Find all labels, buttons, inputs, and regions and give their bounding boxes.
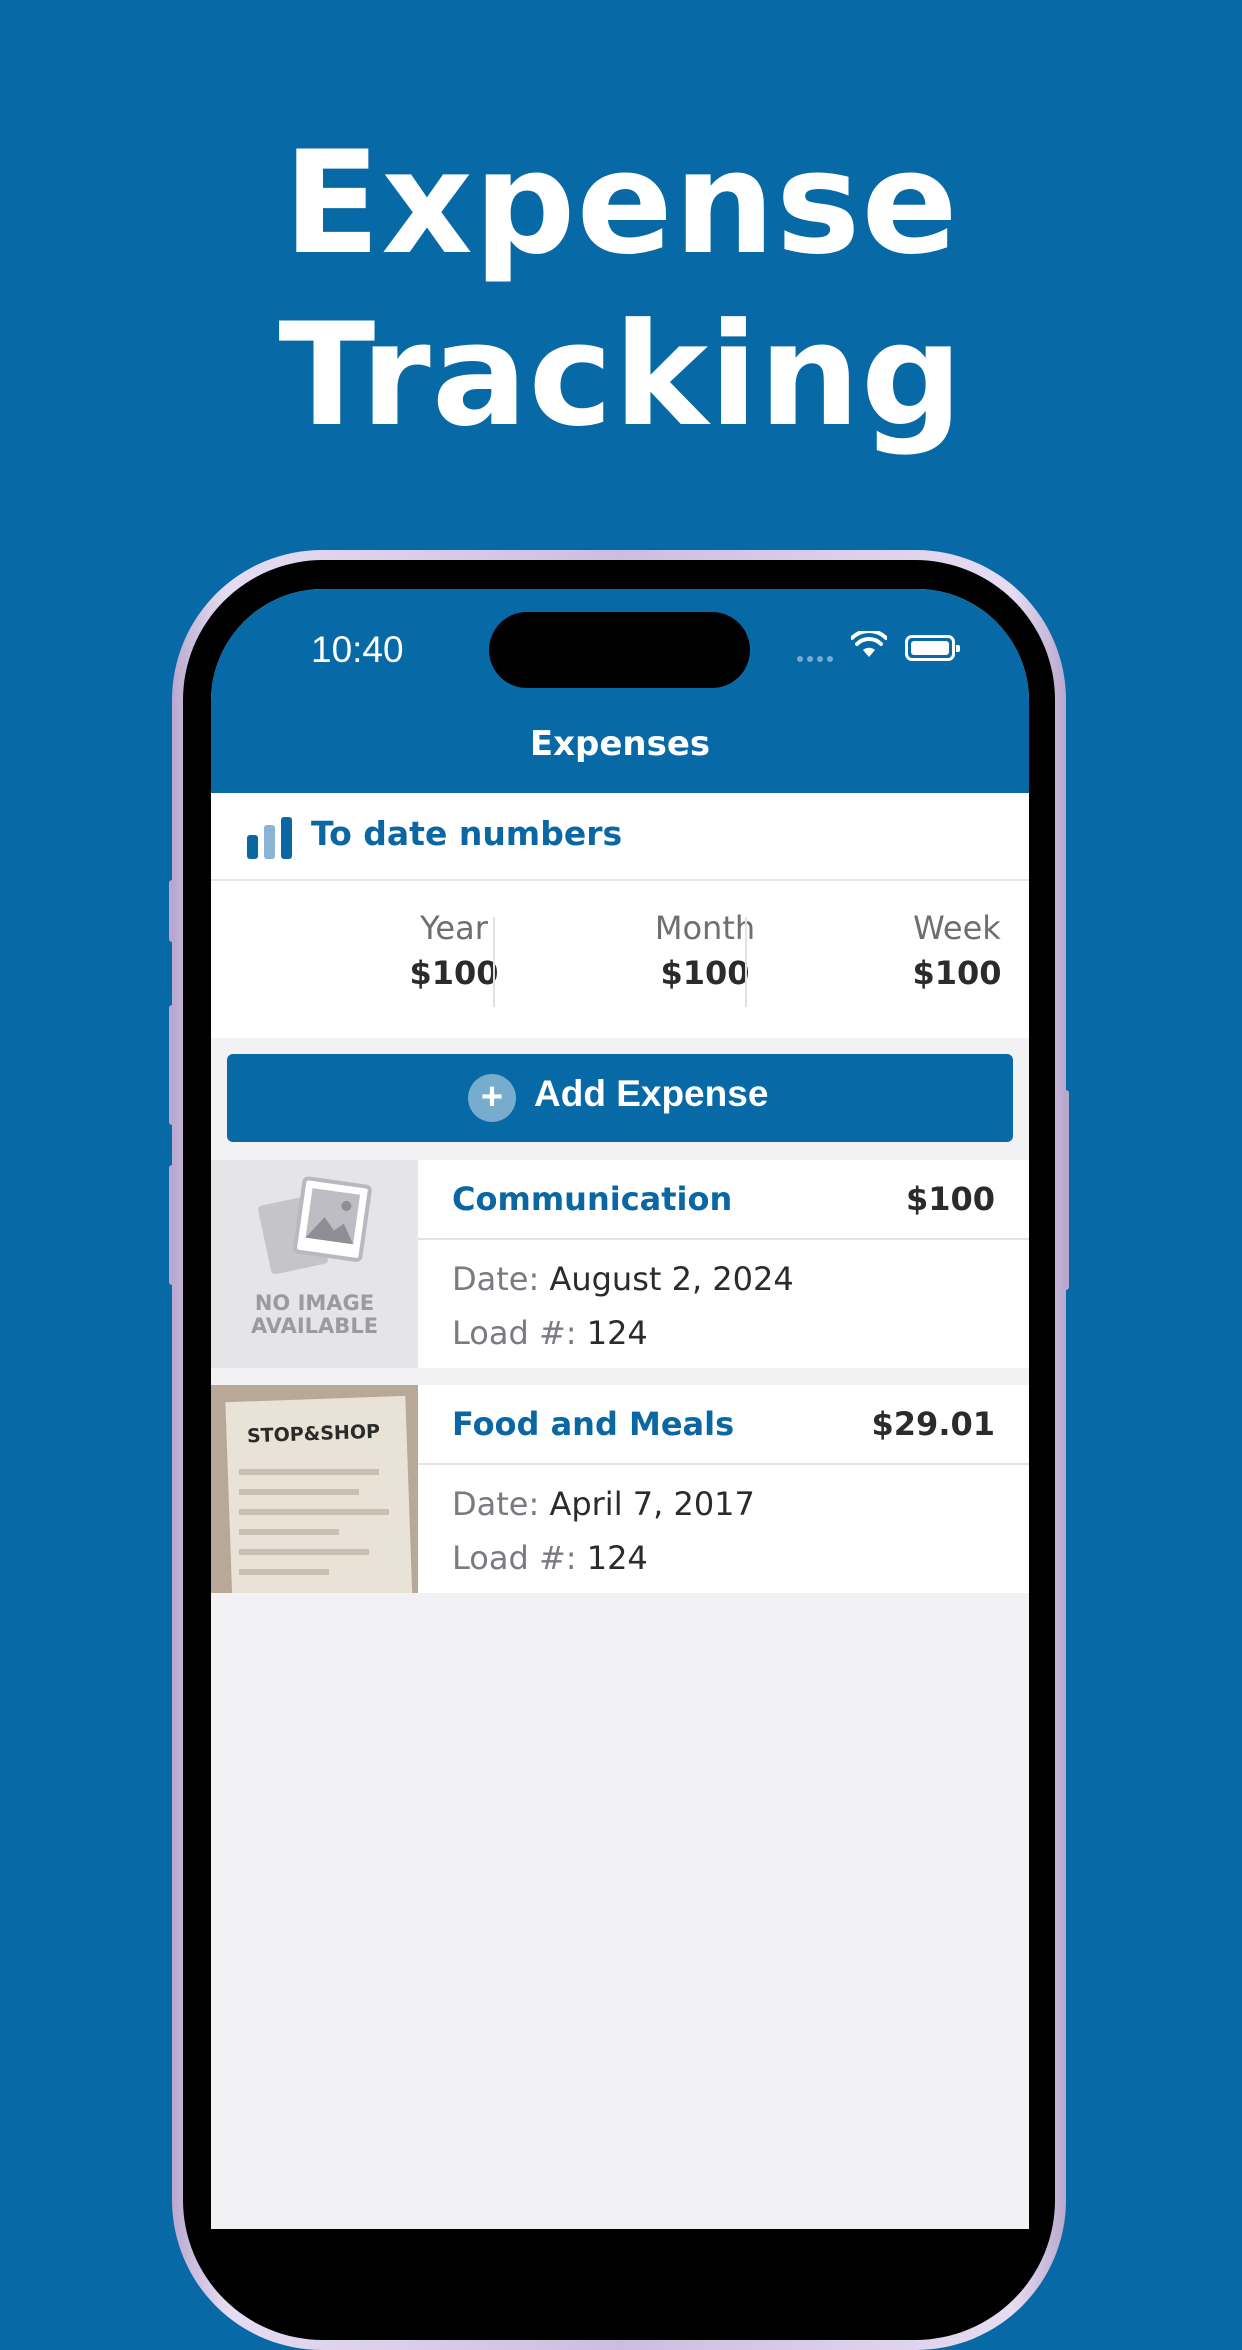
- expense-list-item[interactable]: NO IMAGE AVAILABLE Communication $100 Da…: [211, 1160, 1029, 1368]
- wifi-icon: [851, 631, 887, 657]
- receipt-store-name: STOP&SHOP: [246, 1420, 381, 1448]
- expense-list-item[interactable]: STOP&SHOP Food and Meals $29.01 Date: Ap…: [211, 1385, 1029, 1593]
- expense-category: Communication: [452, 1180, 733, 1218]
- power-button: [1063, 1090, 1069, 1290]
- add-expense-button[interactable]: + Add Expense: [227, 1054, 1013, 1142]
- receipt-thumbnail: STOP&SHOP: [211, 1385, 418, 1593]
- no-image-placeholder-icon: [258, 1176, 372, 1275]
- volume-down-button: [169, 1165, 175, 1285]
- plus-icon: +: [468, 1074, 516, 1122]
- stat-label: Week: [913, 909, 1001, 947]
- bar-chart-icon: [247, 817, 292, 859]
- expense-thumbnail: NO IMAGE AVAILABLE: [211, 1160, 418, 1368]
- expense-amount: $29.01: [871, 1405, 995, 1443]
- expense-divider: [418, 1238, 1029, 1240]
- stat-month: Month $100: [580, 907, 830, 997]
- page-title: Expenses: [529, 724, 711, 764]
- expense-amount: $100: [905, 1180, 995, 1218]
- marketing-headline: Expense Tracking: [0, 118, 1242, 462]
- stats-title: To date numbers: [311, 814, 623, 853]
- stat-year: Year $100: [329, 907, 579, 997]
- stat-label: Month: [654, 909, 756, 947]
- battery-icon: [905, 635, 960, 661]
- add-expense-label: Add Expense: [534, 1073, 769, 1114]
- stat-value: $100: [409, 954, 499, 992]
- no-image-text: NO IMAGE AVAILABLE: [250, 1291, 379, 1338]
- action-button: [169, 880, 175, 942]
- status-time: 10:40: [311, 629, 404, 670]
- expense-date: Date: April 7, 2017: [452, 1485, 755, 1523]
- app-screen: 10:40 Expenses To date numbers Year $100: [211, 589, 1029, 2229]
- cellular-signal-icon: [797, 647, 837, 666]
- expense-date: Date: August 2, 2024: [452, 1260, 794, 1298]
- to-date-stats-card: To date numbers Year $100 Month $100 Wee…: [211, 793, 1029, 1038]
- volume-up-button: [169, 1005, 175, 1125]
- stat-label: Year: [420, 909, 488, 947]
- dynamic-island: [489, 612, 750, 688]
- expense-load: Load #: 124: [452, 1314, 648, 1352]
- headline-line-1: Expense: [283, 121, 959, 286]
- stat-value: $100: [660, 954, 750, 992]
- stat-week: Week $100: [832, 907, 1029, 997]
- expense-category: Food and Meals: [452, 1405, 735, 1443]
- stat-divider: [493, 917, 495, 1007]
- expense-load: Load #: 124: [452, 1539, 648, 1577]
- expense-divider: [418, 1463, 1029, 1465]
- navigation-header: 10:40 Expenses: [211, 589, 1029, 793]
- stat-divider: [745, 917, 747, 1007]
- stats-header: To date numbers: [211, 793, 1029, 881]
- stat-value: $100: [912, 954, 1002, 992]
- headline-line-2: Tracking: [278, 293, 964, 458]
